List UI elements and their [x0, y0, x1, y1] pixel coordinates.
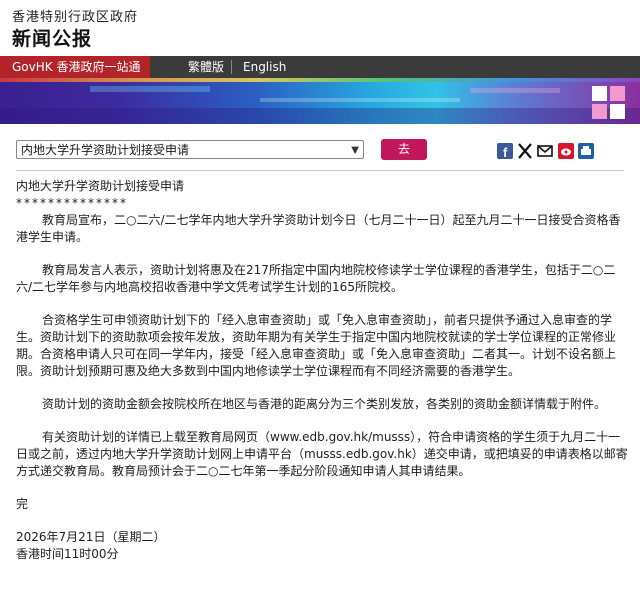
grid-square [592, 104, 607, 119]
banner-color-strip [0, 78, 640, 82]
paragraph: 合资格学生可申领资助计划下的「经入息审查资助」或「免入息审查资助」，前者只提供予… [16, 313, 617, 378]
grid-square [592, 86, 607, 101]
email-icon[interactable] [537, 143, 553, 159]
grid-square [610, 104, 625, 119]
print-icon[interactable] [578, 143, 594, 159]
government-name: 香港特别行政区政府 [12, 10, 139, 25]
paragraph: 资助计划的资助金额会按院校所在地区与香港的距离分为三个类别发放，各类别的资助金额… [42, 397, 607, 411]
title-underline-stars: ************** [16, 196, 128, 210]
weibo-icon[interactable] [558, 143, 574, 159]
paragraph: 教育局宣布，二○二六/二七学年内地大学升学资助计划今日（七月二十一日）起至九月二… [16, 213, 621, 244]
paragraph: 教育局发言人表示，资助计划将惠及在217所指定中国内地院校修读学士学位课程的香港… [16, 263, 616, 294]
release-time: 香港时间11时00分 [16, 547, 119, 561]
press-release-body: 内地大学升学资助计划接受申请 ************** 教育局宣布，二○二六… [16, 178, 631, 563]
traditional-chinese-link[interactable]: 繁體版 [188, 56, 224, 78]
banner-graphic [0, 86, 640, 124]
page-section-title: 新闻公报 [12, 28, 93, 50]
press-release-select[interactable]: 内地大学升学资助计划接受申请 ▼ [16, 140, 364, 159]
decorative-banner [0, 78, 640, 124]
x-icon[interactable] [517, 143, 533, 159]
select-value: 内地大学升学资助计划接受申请 [21, 143, 190, 157]
facebook-icon[interactable]: f [497, 143, 513, 159]
chevron-down-icon: ▼ [351, 145, 359, 156]
site-header: 香港特别行政区政府 新闻公报 [0, 0, 640, 56]
release-date: 2026年7月21日（星期二） [16, 530, 166, 544]
go-button[interactable]: 去 [381, 139, 427, 160]
paragraph: 有关资助计划的详情已上载至教育局网页（www.edb.gov.hk/musss）… [16, 430, 628, 478]
content-divider [16, 170, 624, 171]
grid-square [610, 86, 625, 101]
end-mark: 完 [16, 497, 29, 511]
english-link[interactable]: English [243, 56, 286, 78]
svg-text:f: f [503, 145, 508, 159]
banner-grid-decoration [592, 86, 626, 120]
press-release-title: 内地大学升学资助计划接受申请 [16, 179, 185, 193]
top-navbar: GovHK 香港政府一站通 繁體版 English [0, 56, 640, 78]
nav-divider [231, 60, 232, 74]
govhk-link[interactable]: GovHK 香港政府一站通 [0, 56, 151, 78]
